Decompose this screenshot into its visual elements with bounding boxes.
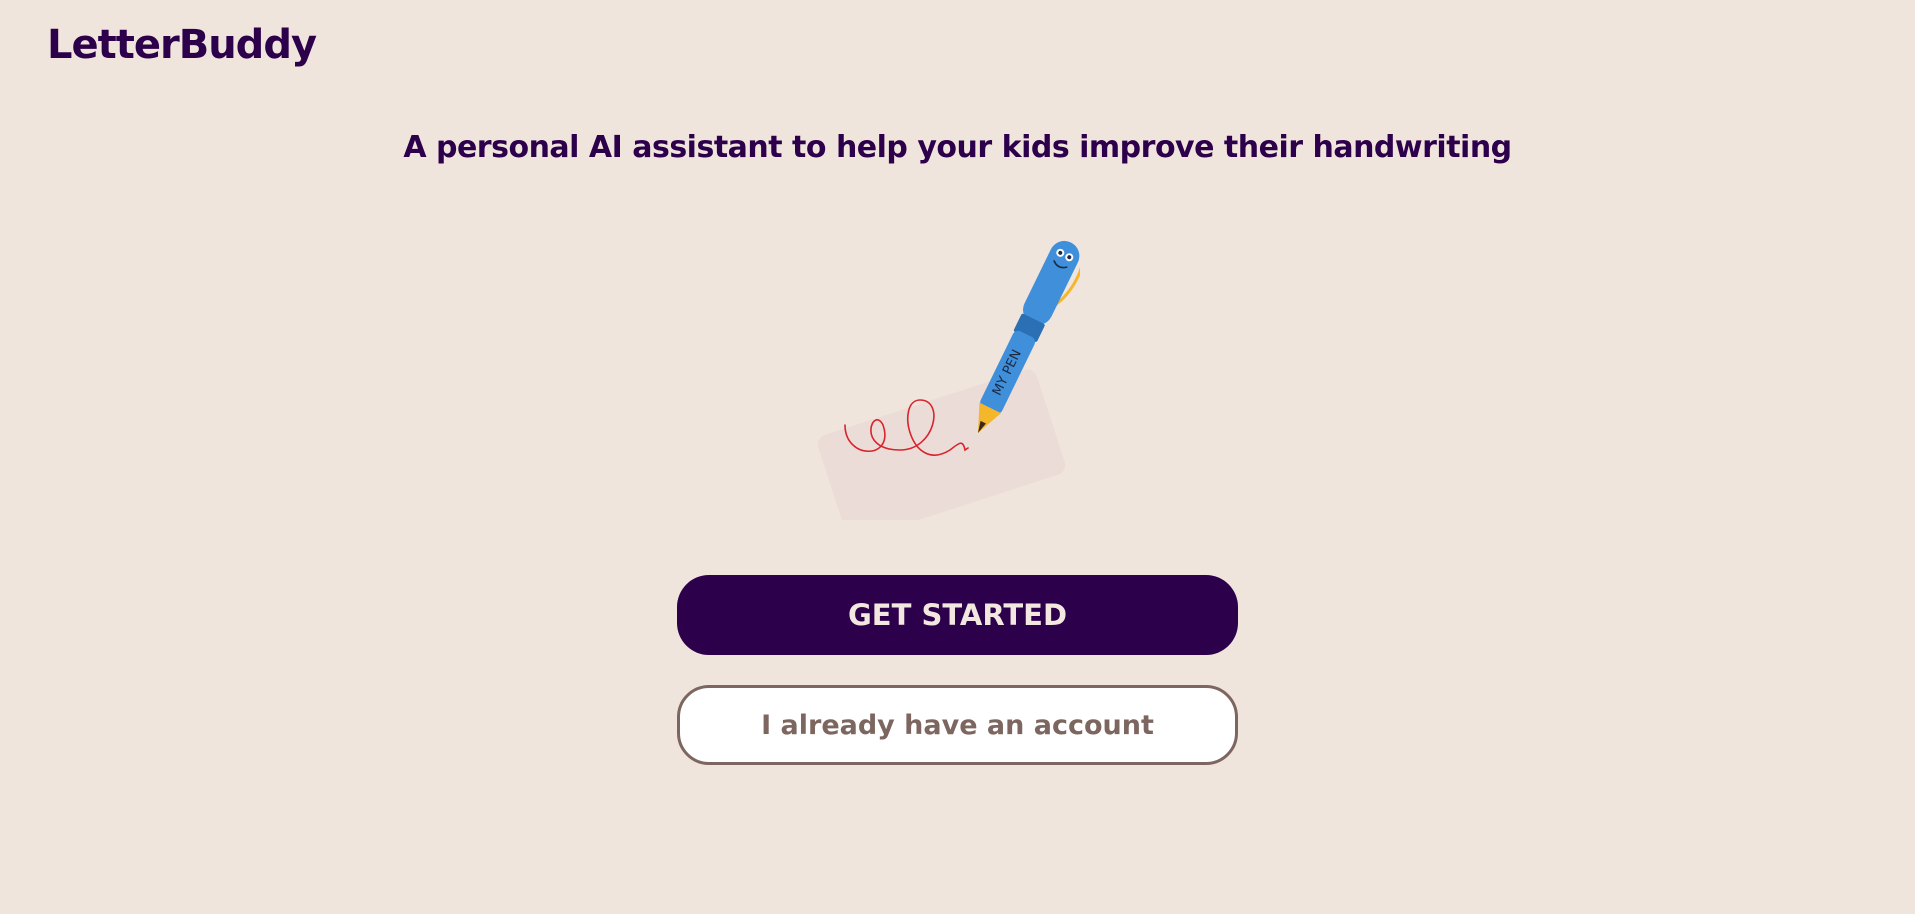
get-started-button[interactable]: GET STARTED [677, 575, 1238, 655]
paper-card [817, 369, 1066, 520]
pen-writing-illustration: MY PEN [817, 240, 1080, 520]
app-logo[interactable]: LetterBuddy [47, 22, 317, 68]
hero-tagline: A personal AI assistant to help your kid… [403, 130, 1512, 165]
existing-account-button[interactable]: I already have an account [677, 685, 1238, 765]
